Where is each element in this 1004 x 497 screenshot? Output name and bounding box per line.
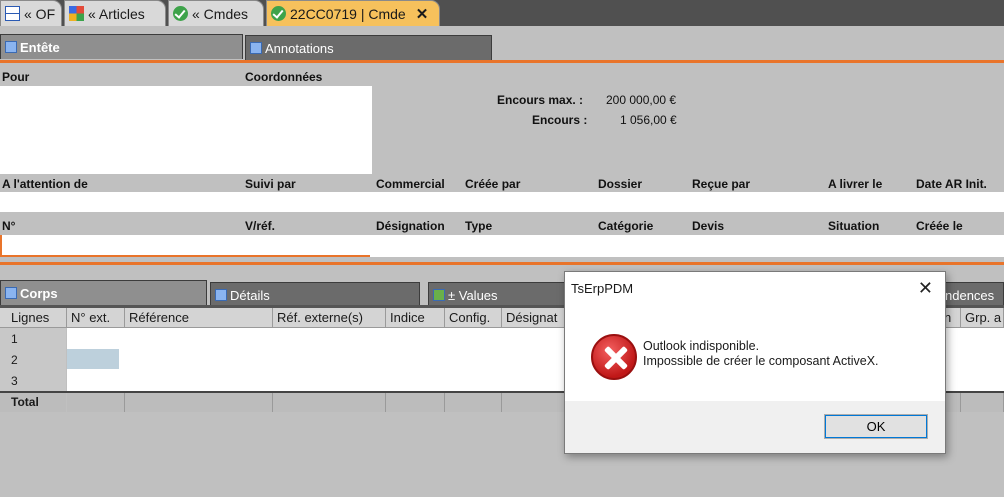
encours-value: 1 056,00 € [620,113,677,127]
coordonnees-label: Coordonnées [245,70,323,84]
tab-annotations-label: Annotations [265,40,334,56]
total-cell [125,393,273,412]
recue-par-label: Reçue par [692,177,751,191]
attention-label: A l'attention de [2,177,88,191]
error-icon [591,334,637,380]
tab-cmde-22cc0719[interactable]: 22CC0719 | Cmde ✕ [266,0,440,26]
col-reference[interactable]: Référence [125,308,273,328]
col-n-ext[interactable]: N° ext. [67,308,125,328]
paperclip-icon [250,42,262,54]
total-cell [386,393,445,412]
designation-label: Désignation [376,219,445,233]
numero-label: N° [2,219,16,233]
tab-cmdes[interactable]: « Cmdes [168,0,264,26]
pour-label: Pour [2,70,30,84]
edit-icon [5,41,17,53]
col-lignes[interactable]: Lignes [0,308,67,328]
commercial-label: Commercial [376,177,445,191]
document-tab-strip: « OF « Articles « Cmdes 22CC0719 | Cmde … [0,0,1004,26]
dossier-label: Dossier [598,177,643,191]
pour-address-field[interactable] [0,86,372,174]
col-grp[interactable]: Grp. a [961,308,1004,328]
tree-icon [5,6,20,21]
accent-divider [0,262,1004,265]
tab-details[interactable]: Détails [210,282,420,307]
tab-articles[interactable]: « Articles [64,0,166,26]
creee-le-label: Créée le [916,219,963,233]
row-header-3[interactable]: 3 [0,370,66,392]
row-header-1[interactable]: 1 [0,328,66,350]
situation-label: Situation [828,219,880,233]
details-icon [215,289,227,301]
creee-par-label: Créée par [465,177,521,191]
tab-dependances[interactable]: ndences [940,282,1004,307]
devis-label: Devis [692,219,725,233]
tab-corps[interactable]: Corps [0,280,207,305]
total-cell [273,393,386,412]
dialog-footer: OK [565,401,945,453]
total-cell [502,393,566,412]
accent-divider [0,60,1004,63]
ok-button[interactable]: OK [824,414,928,439]
row-header-2[interactable]: 2 [0,349,66,371]
tab-details-label: Détails [230,287,270,303]
date-ar-init-label: Date AR Init. [916,177,987,191]
selected-cell[interactable] [67,349,119,369]
tab-annotations[interactable]: Annotations [245,35,492,60]
col-ref-externe[interactable]: Réf. externe(s) [273,308,386,328]
encours-max-label: Encours max. : [497,93,584,107]
dialog-message-line1: Outlook indisponible. [643,339,760,353]
error-dialog: TsErpPDM ✕ Outlook indisponible. Impossi… [564,271,946,454]
tab-dependances-label: ndences [945,287,995,303]
col-indice[interactable]: Indice [386,308,445,328]
suivi-par-label: Suivi par [245,177,296,191]
close-icon[interactable]: ✕ [918,278,933,299]
type-label: Type [465,219,493,233]
tab-entete-label: Entête [20,39,60,55]
total-cell [67,393,125,412]
dialog-title: TsErpPDM [571,281,634,296]
categorie-label: Catégorie [598,219,654,233]
total-row-label: Total [0,393,66,412]
col-config[interactable]: Config. [445,308,502,328]
numero-field[interactable] [0,235,370,257]
a-livrer-le-label: A livrer le [828,177,883,191]
encours-max-value: 200 000,00 € [606,93,677,107]
check-icon [173,6,188,21]
vref-label: V/réf. [245,219,276,233]
header-row1-fields[interactable] [0,192,1004,212]
tab-label: « Articles [88,5,145,22]
dialog-message: Outlook indisponible. Impossible de crée… [643,339,879,369]
edit-icon [5,287,17,299]
tab-corps-label: Corps [20,285,58,301]
tab-label: « Cmdes [192,5,249,22]
values-icon [433,289,445,301]
col-designation[interactable]: Désignat [502,308,566,328]
total-cell [961,393,1004,412]
encours-label: Encours : [532,113,588,127]
tab-label: « OF [24,5,56,22]
tab-entete[interactable]: Entête [0,34,243,59]
total-cell [445,393,502,412]
close-icon[interactable]: ✕ [416,5,429,23]
grid-icon [69,6,84,21]
tab-values[interactable]: ± Values [428,282,568,307]
tab-of[interactable]: « OF [0,0,62,26]
check-icon [271,6,286,21]
dialog-message-line2: Impossible de créer le composant ActiveX… [643,354,879,368]
tab-values-label: ± Values [448,287,498,303]
tab-label: 22CC0719 | Cmde [290,5,406,22]
